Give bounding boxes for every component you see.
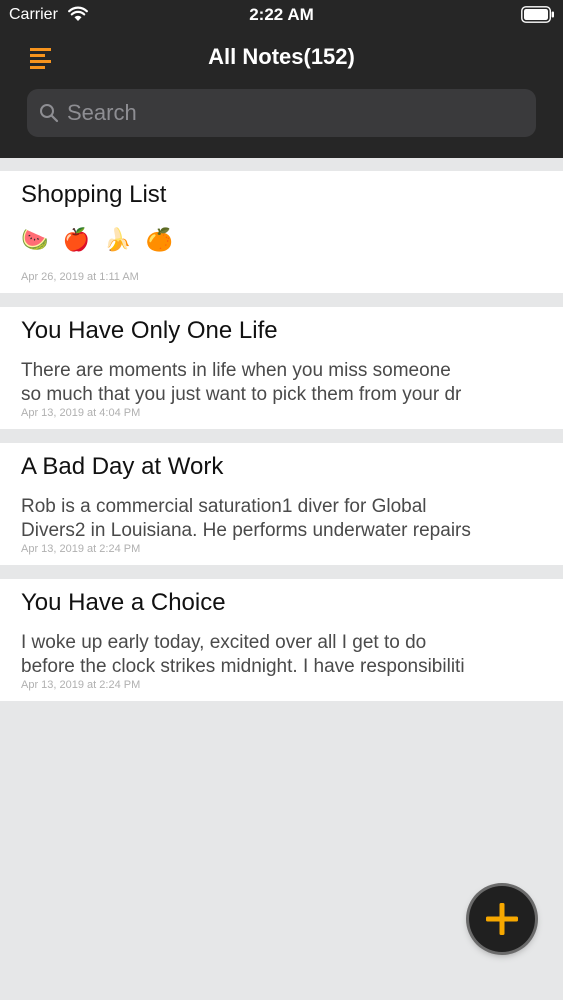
note-date: Apr 13, 2019 at 2:24 PM [21,543,141,555]
note-item[interactable]: You Have Only One Life There are moments… [0,307,563,429]
note-title: Shopping List [21,181,167,208]
note-date: Apr 13, 2019 at 2:24 PM [21,679,141,691]
note-list: Shopping List 🍉 🍎 🍌 🍊 Apr 26, 2019 at 1:… [0,171,563,715]
search-bar[interactable] [27,89,536,137]
note-date: Apr 26, 2019 at 1:11 AM [21,271,139,283]
note-item[interactable]: A Bad Day at Work Rob is a commercial sa… [0,443,563,565]
header: Carrier 2:22 AM All Notes(152) [0,0,563,158]
note-title: You Have Only One Life [21,317,278,344]
note-body: 🍉 🍎 🍌 🍊 [21,227,177,252]
status-bar: Carrier 2:22 AM [0,0,563,30]
search-icon [40,104,59,123]
nav-bar: All Notes(152) [0,36,563,80]
note-body: There are moments in life when you miss … [21,360,462,405]
plus-icon [486,903,518,935]
add-note-button[interactable] [469,886,535,952]
note-title: A Bad Day at Work [21,453,224,480]
note-title: You Have a Choice [21,589,226,616]
note-item[interactable]: You Have a Choice I woke up early today,… [0,579,563,701]
battery-icon [521,6,554,23]
note-body: I woke up early today, excited over all … [21,632,465,677]
note-date: Apr 13, 2019 at 4:04 PM [21,407,141,419]
search-input[interactable] [67,89,522,137]
note-body: Rob is a commercial saturation1 diver fo… [21,496,471,541]
note-item[interactable]: Shopping List 🍉 🍎 🍌 🍊 Apr 26, 2019 at 1:… [0,171,563,293]
status-time: 2:22 AM [249,5,314,24]
page-title: All Notes(152) [208,44,355,69]
notes-app: Carrier 2:22 AM All Notes(152) Search Sh… [0,0,563,1000]
